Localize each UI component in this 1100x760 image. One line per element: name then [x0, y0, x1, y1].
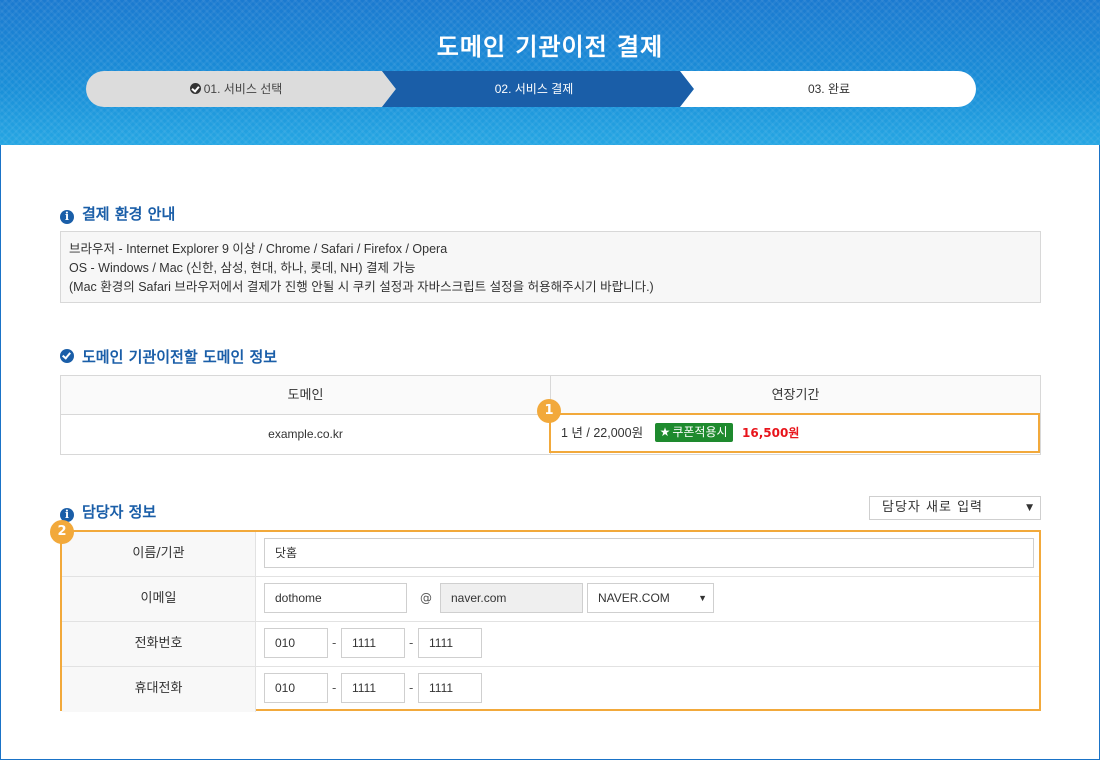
mobile-label: 휴대전화 — [62, 667, 256, 712]
check-circle-icon — [189, 83, 201, 94]
contact-select[interactable]: 담당자 새로 입력 ▼ — [869, 496, 1041, 520]
page-header: 도메인 기관이전 결제 01. 서비스 선택 02. 서비스 결제 03. 완료 — [0, 0, 1100, 145]
step-1-label: 01. 서비스 선택 — [203, 82, 283, 96]
email-id-input[interactable]: dothome — [264, 583, 407, 613]
period-price: 1 년 / 22,000원 — [561, 426, 644, 440]
caret-down-icon: ▼ — [698, 593, 707, 603]
caret-down-icon: ▼ — [1026, 503, 1034, 513]
row-phone: 전화번호 010 - 1111 - 1111 — [62, 622, 1039, 667]
row-name: 이름/기관 닷홈 — [62, 532, 1039, 577]
phone-part-2-input[interactable]: 1111 — [341, 628, 405, 658]
contact-info-title: i 담당자 정보 — [60, 502, 156, 522]
info-icon: i — [60, 210, 74, 224]
marker-badge-1: 1 — [537, 399, 561, 423]
phone-dash-1: - — [332, 636, 337, 650]
email-domain-select-value: NAVER.COM — [598, 591, 670, 605]
col-header-period: 연장기간 — [551, 376, 1040, 415]
coupon-badge[interactable]: ★ 쿠폰적용시 — [654, 423, 733, 442]
step-3-label: 03. 완료 — [807, 82, 851, 96]
phone-label: 전화번호 — [62, 622, 256, 666]
payment-env-title: i 결제 환경 안내 — [60, 204, 175, 224]
name-label: 이름/기관 — [62, 532, 256, 576]
payment-env-line-os: OS - Windows / Mac (신한, 삼성, 현대, 하나, 롯데, … — [69, 261, 416, 275]
payment-env-title-text: 결제 환경 안내 — [82, 205, 176, 223]
step-2-label: 02. 서비스 결제 — [494, 82, 574, 96]
domain-name-cell: example.co.kr — [61, 415, 551, 454]
col-header-domain: 도메인 — [61, 376, 551, 415]
mobile-dash-2: - — [409, 681, 414, 695]
row-mobile: 휴대전화 010 - 1111 - 1111 — [62, 667, 1039, 712]
payment-env-line-browser: 브라우저 - Internet Explorer 9 이상 / Chrome /… — [69, 242, 448, 256]
contact-table: 이름/기관 닷홈 이메일 dothome @ naver.com NAVER.C… — [60, 530, 1041, 712]
phone-part-3-input[interactable]: 1111 — [418, 628, 482, 658]
mobile-part-2-input[interactable]: 1111 — [341, 673, 405, 703]
star-icon: ★ — [659, 425, 671, 439]
coupon-price: 16,500원 — [742, 426, 800, 440]
phone-dash-2: - — [409, 636, 414, 650]
payment-env-line-mac-note: (Mac 환경의 Safari 브라우저에서 결제가 진행 안될 시 쿠키 설정… — [69, 280, 654, 294]
step-2: 02. 서비스 결제 — [386, 71, 682, 107]
row-email: 이메일 dothome @ naver.com NAVER.COM ▼ — [62, 577, 1039, 622]
page-title: 도메인 기관이전 결제 — [436, 33, 664, 61]
step-1: 01. 서비스 선택 — [86, 71, 386, 107]
check-circle-icon — [60, 349, 74, 363]
step-progress: 01. 서비스 선택 02. 서비스 결제 03. 완료 — [86, 71, 976, 107]
coupon-label: 쿠폰적용시 — [672, 425, 728, 439]
domain-info-title-text: 도메인 기관이전할 도메인 정보 — [82, 348, 278, 366]
email-at-sign: @ — [420, 591, 432, 605]
phone-part-1-input[interactable]: 010 — [264, 628, 328, 658]
mobile-dash-1: - — [332, 681, 337, 695]
payment-env-box: 브라우저 - Internet Explorer 9 이상 / Chrome /… — [60, 231, 1041, 303]
mobile-part-1-input[interactable]: 010 — [264, 673, 328, 703]
contact-select-value: 담당자 새로 입력 — [882, 500, 983, 515]
domain-info-title: 도메인 기관이전할 도메인 정보 — [60, 347, 277, 367]
email-domain-input[interactable]: naver.com — [440, 583, 583, 613]
period-cell[interactable]: 1 년 / 22,000원 ★ 쿠폰적용시 16,500원 — [549, 413, 1040, 453]
email-label: 이메일 — [62, 577, 256, 621]
step-3: 03. 완료 — [682, 71, 976, 107]
email-domain-select[interactable]: NAVER.COM ▼ — [587, 583, 714, 613]
name-input[interactable]: 닷홈 — [264, 538, 1034, 568]
contact-info-title-text: 담당자 정보 — [82, 503, 157, 521]
marker-badge-2: 2 — [50, 520, 74, 544]
mobile-part-3-input[interactable]: 1111 — [418, 673, 482, 703]
